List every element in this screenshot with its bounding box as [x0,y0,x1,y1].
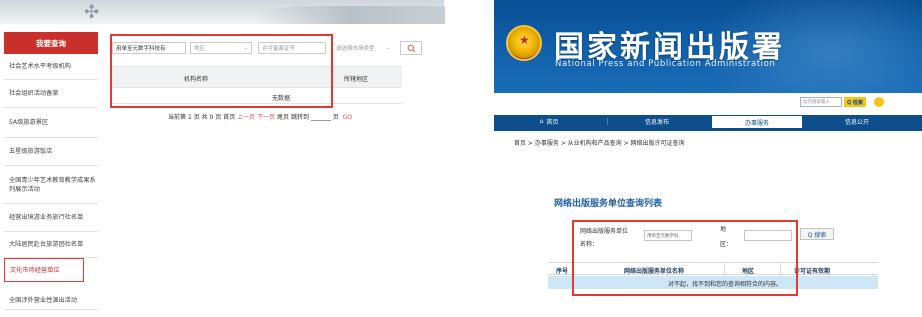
search-button[interactable] [400,41,422,55]
region-label-1: 地 [720,226,727,233]
unit-name-input[interactable]: 用单至元数字科 [644,230,692,241]
table-empty-row: 无数据 [112,90,402,104]
pager-last[interactable]: 尾页 [277,114,289,121]
region-select-text: 地区 [194,46,206,52]
accessibility-icon[interactable] [874,97,884,107]
region-input[interactable] [744,230,792,241]
pager-go-button[interactable]: GO [343,114,352,121]
chevron-down-icon: ⌄ [385,45,390,51]
pager-jump-label: 跳转到 [290,114,309,121]
pager-prev[interactable]: 上一页 [237,114,255,121]
home-icon: ⌂ [539,118,544,125]
company-name-input[interactable]: 用单至元数字科技有 [112,42,186,54]
banner-decoration [255,6,445,24]
column-unit-name: 网络出版服务单位名称 [624,268,685,275]
site-search-button[interactable]: Q 检索 [844,97,866,107]
header-search: 站内搜索输入 Q 检索 [800,97,884,107]
site-header: ★ 国家新闻出版署 National Press and Publication… [494,0,922,93]
column-org-name: 机构名称 [184,76,209,83]
column-divider [724,263,725,275]
column-divider [572,263,573,275]
column-divider [780,263,781,275]
nav-services[interactable]: 办事服务 [712,115,802,128]
pager-text: 页 共 [193,114,208,121]
sidebar-item-culture-market[interactable]: 文化市场经营单位 [4,258,84,282]
star-icon: ★ [519,33,530,47]
left-panel: ✣ 我要查询 社会艺术水平考级机构 社会组织活动备案 5A级旅游景区 五星级旅游… [0,0,445,317]
nav-home-label: 首页 [546,119,559,126]
unit-name-label-2: 名称： [580,241,599,248]
nav-home[interactable]: ⌂ 首页 [524,115,574,128]
column-index: 序号 [556,268,569,275]
site-title-en: National Press and Publication Administr… [555,59,776,69]
search-row: 用单至元数字科技有 地区 ⌄ 许可备案证号 请选择市场类型 ⌄ [112,40,422,56]
sidebar-item-taiwan-agency[interactable]: 大陆居民赴台旅游团社名单 [4,232,98,258]
right-panel: ★ 国家新闻出版署 National Press and Publication… [494,0,922,317]
site-search-input[interactable]: 站内搜索输入 [800,97,842,107]
pager-total-pages: 0 [209,114,214,121]
search-button[interactable]: Q 搜索 [800,228,834,240]
column-license-validity: 许可证有效期 [794,268,831,275]
pager-jump-input[interactable] [310,114,331,121]
ornament-icon: ✣ [84,2,100,23]
screenshot-root: ✣ 我要查询 社会艺术水平考级机构 社会组织活动备案 5A级旅游景区 五星级旅游… [0,0,922,317]
results-empty-row: 对不起，找不到和您的查询相符合的内容。 [548,276,878,289]
results-table-header: 序号 网络出版服务单位名称 地区 许可证有效期 [548,262,878,275]
pager-text: 页 [215,114,222,121]
sidebar-item-outbound-agency[interactable]: 经营出境游业务旅行社名单 [4,204,98,232]
column-region: 地区 [742,268,755,275]
market-type-select[interactable]: 请选择市场类型 ⌄ [332,42,394,54]
sidebar-header: 我要查询 [4,32,98,54]
sidebar-item-5a-scenic[interactable]: 5A级旅游景区 [4,108,98,138]
sidebar-item-foreign-performance[interactable]: 全国涉外营业性演出活动 [4,292,98,310]
table-header: 机构名称 所辖地区 [112,66,402,88]
nav-underline [494,128,922,131]
sidebar-item-youth-art[interactable]: 全国青少年艺术教育教学成果系列展示活动 [4,166,98,204]
top-banner: ✣ [0,0,445,24]
empty-message: 对不起，找不到和您的查询相符合的内容。 [668,281,783,288]
sidebar-item-art-exam[interactable]: 社会艺术水平考级机构 [4,54,98,80]
nav-info-release[interactable]: 信息发布 [622,115,692,128]
region-label-2: 区： [720,241,733,248]
pager-next[interactable]: 下一页 [257,114,275,121]
market-type-select-text: 请选择市场类型 [336,46,375,52]
main-nav: ⌂ 首页 信息发布 办事服务 信息公开 [494,115,922,128]
chevron-down-icon: ⌄ [243,45,248,51]
national-emblem-icon: ★ [506,25,542,61]
nav-divider [607,118,608,125]
pager-prefix: 当前第 [168,114,187,121]
sidebar: 我要查询 社会艺术水平考级机构 社会组织活动备案 5A级旅游景区 五星级旅游饭店… [4,32,98,317]
sidebar-item-social-org[interactable]: 社会组织活动备案 [4,80,98,108]
nav-info-disclosure[interactable]: 信息公开 [822,115,892,128]
pager-current-page: 1 [187,114,192,121]
page-title: 网络出版服务单位查询列表 [554,199,663,209]
pagination: 当前第 1 页 共 0 页 首页 上一页 下一页 尾页 跳转到 页 GO [168,112,352,121]
column-region: 所辖地区 [344,76,369,83]
search-icon [407,44,415,52]
pager-suffix: 页 [332,114,339,121]
license-number-input[interactable]: 许可备案证号 [258,42,326,54]
pager-first[interactable]: 首页 [223,114,235,121]
unit-name-label-1: 网络出版服务单位 [580,228,629,235]
sidebar-item-five-star-hotel[interactable]: 五星级旅游饭店 [4,138,98,166]
query-content: 用单至元数字科技有 地区 ⌄ 许可备案证号 请选择市场类型 ⌄ 机构名称 所辖地… [108,32,438,122]
empty-message: 无数据 [272,95,291,102]
breadcrumb[interactable]: 首页 > 办事服务 > 从业机构和产品查询 > 网络出版许可证查询 [514,138,685,147]
region-select[interactable]: 地区 ⌄ [190,42,252,54]
